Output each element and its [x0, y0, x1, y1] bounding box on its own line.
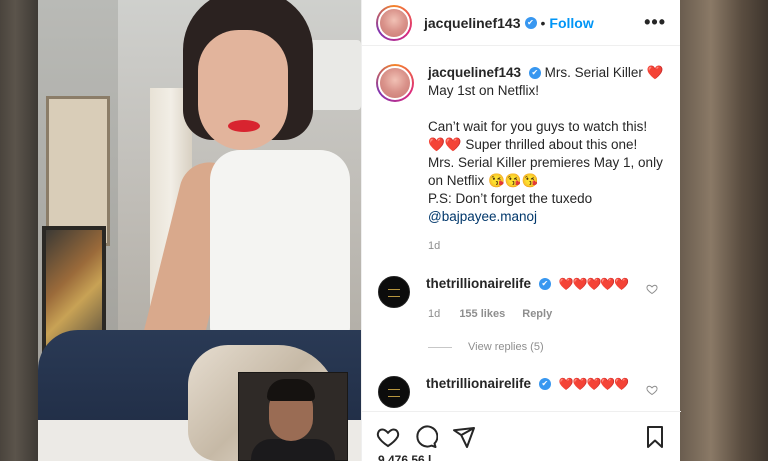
verified-badge-icon: ✔ — [538, 378, 551, 391]
more-options-icon[interactable]: ••• — [644, 12, 666, 33]
comment-body: thetrillionairelife ✔ ❤️❤️❤️❤️❤️ — [426, 376, 630, 391]
verified-badge-icon: ✔ — [528, 67, 541, 80]
comment-body: thetrillionairelife ✔ ❤️❤️❤️❤️❤️ — [426, 276, 630, 291]
inset-man-hair — [267, 379, 315, 401]
post-sidebar: jacquelinef143 ✔ • Follow ••• jacqueline… — [361, 0, 681, 461]
verified-badge-icon: ✔ — [524, 16, 537, 29]
comment-avatar[interactable] — [378, 276, 410, 308]
author-avatar[interactable] — [376, 4, 412, 41]
view-replies-label: View replies (5) — [468, 341, 544, 353]
post-video[interactable] — [38, 0, 361, 461]
comment-item: thetrillionairelife ✔ ❤️❤️❤️❤️❤️ — [378, 276, 668, 308]
comment-username[interactable]: thetrillionairelife — [426, 376, 531, 391]
bookmark-icon[interactable] — [643, 425, 667, 449]
comment-time: 1d — [428, 308, 441, 320]
comment-text: ❤️❤️❤️❤️❤️ — [558, 277, 630, 291]
post-caption: jacquelinef143 ✔ Mrs. Serial Killer ❤️ M… — [376, 64, 666, 226]
caption-body: Mrs. Serial Killer ❤️ May 1st on Netflix… — [428, 65, 664, 206]
comment-meta: 1d 155 likes Reply — [428, 308, 552, 320]
comment-likes[interactable]: 155 likes — [459, 308, 505, 320]
comment-item: thetrillionairelife ✔ ❤️❤️❤️❤️❤️ — [378, 376, 668, 408]
post-header: jacquelinef143 ✔ • Follow ••• — [362, 0, 680, 46]
view-replies-button[interactable]: View replies (5) — [428, 341, 544, 353]
caption-avatar-image — [378, 66, 412, 100]
header-separator: • — [540, 14, 546, 31]
reply-button[interactable]: Reply — [522, 308, 552, 320]
heart-icon[interactable] — [376, 425, 400, 449]
comment-avatar[interactable] — [378, 376, 410, 408]
media-woman-top — [210, 150, 350, 340]
heart-outline-icon[interactable] — [646, 384, 658, 396]
author-avatar-image — [378, 6, 410, 39]
post-actions-bar: 9,476,56 l... — [362, 411, 681, 461]
follow-button[interactable]: Follow — [549, 15, 593, 31]
verified-badge-icon: ✔ — [538, 278, 551, 291]
caption-text-block: jacquelinef143 ✔ Mrs. Serial Killer ❤️ M… — [428, 64, 666, 226]
caption-avatar[interactable] — [376, 64, 414, 102]
likes-count[interactable]: 9,476,56 l... — [378, 453, 441, 461]
comment-text: ❤️❤️❤️❤️❤️ — [558, 377, 630, 391]
media-video-inset — [238, 372, 348, 461]
inset-man-shirt — [251, 439, 335, 460]
heart-outline-icon[interactable] — [646, 283, 658, 295]
author-username[interactable]: jacquelinef143 — [424, 15, 521, 31]
background-blur-left — [0, 0, 38, 461]
background-blur-right — [680, 0, 768, 461]
media-woman-face — [198, 30, 288, 150]
media-door — [46, 96, 110, 246]
comment-username[interactable]: thetrillionairelife — [426, 276, 531, 291]
instagram-post: jacquelinef143 ✔ • Follow ••• jacqueline… — [38, 0, 681, 461]
replies-divider — [428, 346, 452, 348]
caption-time: 1d — [428, 240, 441, 252]
share-icon[interactable] — [452, 425, 476, 449]
caption-username[interactable]: jacquelinef143 — [428, 65, 521, 80]
comment-icon[interactable] — [414, 425, 438, 449]
caption-mention[interactable]: @bajpayee.manoj — [428, 209, 537, 224]
media-woman-lips — [228, 120, 260, 132]
